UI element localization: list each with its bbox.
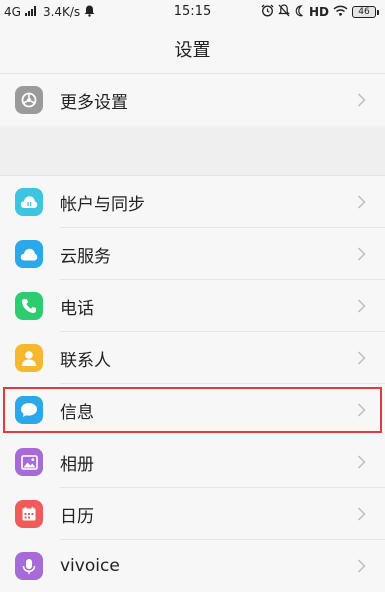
- chevron-right-icon: [351, 504, 371, 524]
- gallery-icon: [15, 448, 43, 476]
- chevron-right-icon: [351, 90, 371, 110]
- settings-row-contacts[interactable]: 联系人: [0, 332, 385, 384]
- page-title: 设置: [0, 24, 385, 74]
- settings-row-account-sync[interactable]: 帐户与同步: [0, 176, 385, 228]
- settings-row-label: 更多设置: [60, 92, 128, 113]
- battery-indicator: 46: [352, 6, 379, 18]
- calendar-icon: [15, 500, 43, 528]
- moon-icon: [294, 4, 305, 20]
- account-sync-icon: [15, 188, 43, 216]
- chevron-right-icon: [351, 244, 371, 264]
- chevron-right-icon: [351, 192, 371, 212]
- gear-icon: [15, 86, 43, 114]
- settings-row-vivoice[interactable]: vivoice: [0, 540, 385, 592]
- microphone-icon: [15, 552, 43, 580]
- chevron-right-icon: [351, 348, 371, 368]
- settings-row-calendar[interactable]: 日历: [0, 488, 385, 540]
- settings-row-label: 信息: [60, 402, 94, 423]
- status-bar: 4G 3.4K/s HD 46 15:15: [0, 0, 385, 24]
- settings-row-cloud-service[interactable]: 云服务: [0, 228, 385, 280]
- section-gap: [0, 126, 385, 176]
- signal-icon: [24, 5, 39, 19]
- settings-group-2: 帐户与同步 云服务 电话 联系人 信息 相册 日历 vivoice: [0, 176, 385, 592]
- settings-row-more-settings[interactable]: 更多设置: [0, 74, 385, 126]
- settings-group-1: 更多设置: [0, 74, 385, 126]
- network-type: 4G: [4, 5, 21, 19]
- settings-row-label: vivoice: [60, 556, 120, 576]
- settings-row-label: 云服务: [60, 246, 111, 267]
- message-icon: [15, 396, 43, 424]
- settings-row-phone[interactable]: 电话: [0, 280, 385, 332]
- settings-row-label: 电话: [60, 298, 94, 319]
- battery-level: 46: [352, 6, 376, 18]
- notification-bell-icon: [84, 5, 95, 20]
- settings-row-label: 帐户与同步: [60, 194, 145, 215]
- settings-row-label: 联系人: [60, 350, 111, 371]
- settings-row-label: 相册: [60, 454, 94, 475]
- settings-row-gallery[interactable]: 相册: [0, 436, 385, 488]
- chevron-right-icon: [351, 296, 371, 316]
- chevron-right-icon: [351, 556, 371, 576]
- battery-tip: [377, 9, 379, 15]
- settings-row-messages[interactable]: 信息: [0, 384, 385, 436]
- status-bar-right: HD 46: [261, 4, 379, 20]
- cloud-icon: [15, 240, 43, 268]
- status-bar-left: 4G 3.4K/s: [4, 5, 95, 20]
- settings-row-label: 日历: [60, 506, 94, 527]
- phone-icon: [15, 292, 43, 320]
- hd-label: HD: [308, 5, 329, 19]
- chevron-right-icon: [351, 400, 371, 420]
- alarm-icon: [261, 4, 274, 20]
- chevron-right-icon: [351, 452, 371, 472]
- wifi-icon: [333, 5, 348, 19]
- mute-icon: [278, 4, 290, 20]
- network-speed: 3.4K/s: [42, 5, 81, 19]
- contacts-icon: [15, 344, 43, 372]
